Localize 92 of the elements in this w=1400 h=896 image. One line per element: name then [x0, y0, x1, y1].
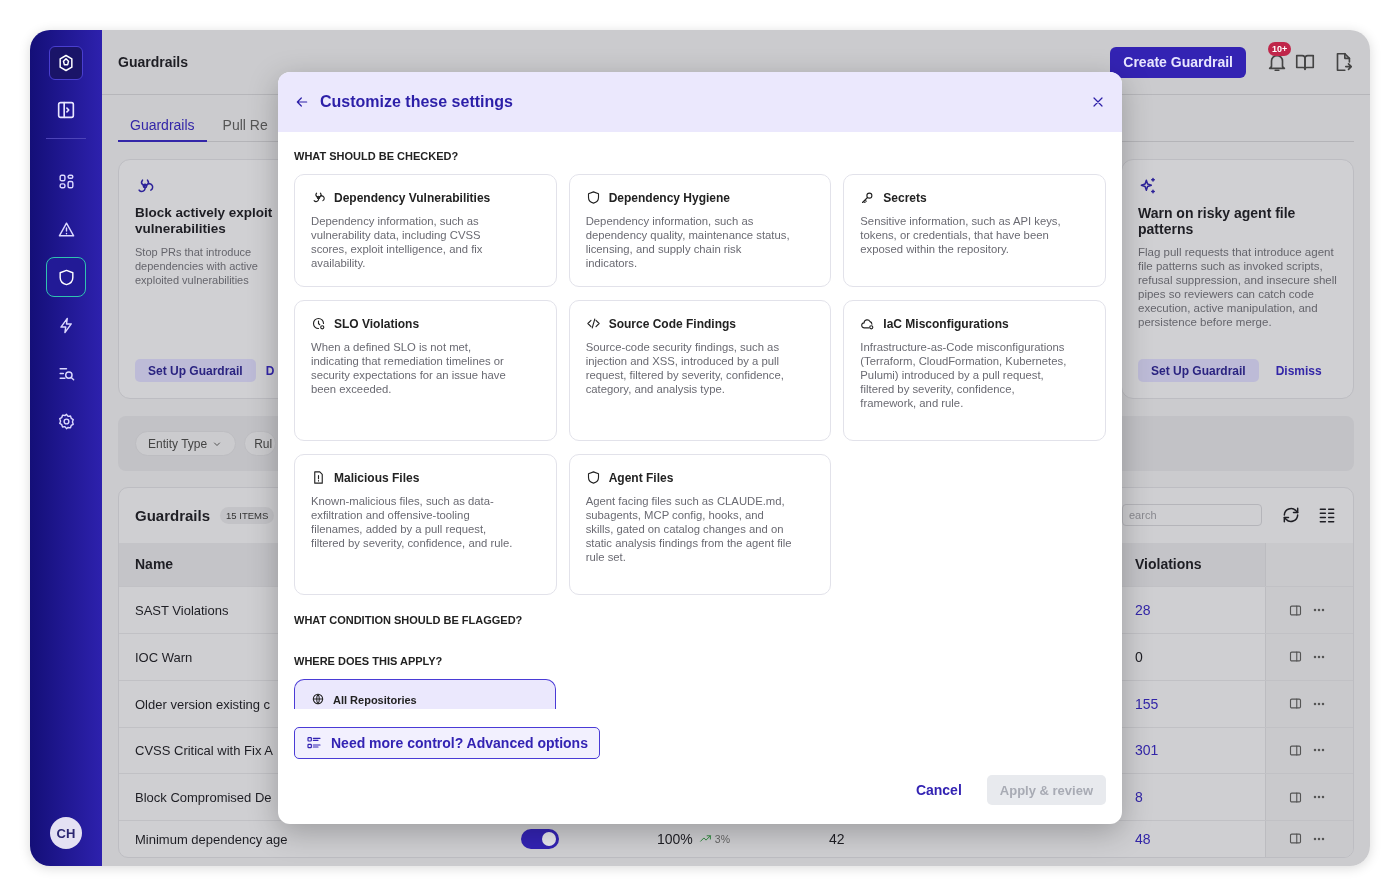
table-cell: CVSS Critical with Fix A — [135, 743, 273, 759]
dashboard-icon — [56, 171, 76, 191]
create-guardrail-button[interactable]: Create Guardrail — [1110, 46, 1246, 78]
cancel-button[interactable]: Cancel — [909, 781, 968, 799]
scope-option-label: All Repositories — [333, 694, 417, 706]
page-title: Guardrails — [118, 54, 189, 70]
table-cell: IOC Warn — [135, 649, 193, 665]
check-option-title: Source Code Findings — [608, 316, 736, 331]
dismiss-link[interactable]: Dismiss — [1275, 363, 1322, 378]
column-header: Name — [134, 556, 175, 573]
set-up-guardrail-button[interactable]: Set Up Guardrail — [1138, 359, 1259, 382]
dismiss-link[interactable]: D — [265, 363, 275, 378]
app-logo[interactable] — [49, 46, 83, 80]
check-option-title: Agent Files — [608, 470, 674, 485]
side-panel-icon[interactable] — [1288, 602, 1303, 618]
table-cell-text: 42 — [829, 830, 846, 847]
nav-item[interactable] — [46, 257, 86, 297]
check-option-description: Infrastructure-as-Code misconfigurations (Terraform, CloudFormation, Kubernetes, Pulumi) introduced by a pull request, filtered by severity, confidence, framework, and rule. — [860, 340, 1068, 410]
check-option-card[interactable]: Dependency Hygiene Dependency information, such as dependency quality, maintenance status, licensing, and supply chain risk indicators. — [568, 174, 832, 287]
set-up-guardrail-button[interactable]: Set Up Guardrail — [135, 359, 256, 382]
check-option-description: Known-malicious files, such as data-exfiltration and offensive-tooling filenames, added by a pull request, filtered by severity, confidence, and rule. — [311, 494, 514, 550]
card-description: Stop PRs that introduce dependencies with active exploited vulnerabilities — [135, 245, 258, 287]
check-option-card[interactable]: Malicious Files Known-malicious files, such as data-exfiltration and offensive-tooling filenames, added by a pull request, filtered by severity, confidence, and rule. — [294, 454, 557, 595]
check-option-card[interactable]: Agent Files Agent facing files such as CLAUDE.md, subagents, MCP config, hooks, and skills, gated on catalog changes and on static analysis findings from the agent file rule set. — [568, 454, 832, 595]
violations-link[interactable]: 48 — [1135, 830, 1151, 847]
side-panel-icon[interactable] — [1288, 696, 1303, 712]
card-title: Block actively exploit vulnerabilities — [135, 205, 273, 237]
check-option-card[interactable]: Secrets Sensitive information, such as API keys, tokens, or credentials, that have been exposed within the repository. — [843, 174, 1106, 287]
section-heading: WHAT SHOULD BE CHECKED? — [294, 150, 460, 162]
globe-icon — [311, 692, 325, 706]
check-option-description: When a defined SLO is not met, indicating that remediation timelines or security expectations for an issue have been exceeded. — [311, 340, 507, 396]
table-cell: Older version existing c — [135, 696, 271, 712]
side-panel-icon[interactable] — [1288, 789, 1303, 805]
shield-icon — [585, 470, 601, 485]
card-description: Flag pull requests that introduce agent file patterns such as invoked scripts, refusal suppression, and insecure shell pipes so reviewers can catch code execution, active manipulation, and persistence before merge. — [1138, 245, 1337, 329]
back-arrow-icon[interactable] — [294, 94, 310, 110]
table-cell: 0 — [1135, 648, 1143, 665]
check-option-description: Source-code security findings, such as injection and XSS, introduced by a pull request, filtered by severity, confidence, category, and analysis type. — [585, 340, 785, 396]
table-cell: SAST Violations — [135, 603, 229, 619]
check-option-title: SLO Violations — [334, 316, 420, 331]
section-heading: WHERE DOES THIS APPLY? — [294, 655, 444, 667]
check-option-card[interactable]: Source Code Findings Source-code security findings, such as injection and XSS, introduced by a pull request, filtered by severity, confidence, category, and analysis type. — [568, 300, 832, 441]
clock-icon — [311, 316, 326, 331]
search-field[interactable]: earch — [1122, 504, 1262, 527]
list-settings-icon — [306, 735, 322, 751]
table-cell: 100% — [657, 830, 693, 847]
notification-count-badge: 10+ — [1268, 42, 1292, 56]
user-avatar[interactable]: CH — [50, 817, 82, 849]
check-option-card[interactable]: SLO Violations When a defined SLO is not met, indicating that remediation timelines or security expectations for an issue have been exceeded. — [294, 300, 557, 441]
modal-title: Customize these settings — [320, 93, 513, 111]
check-option-description: Agent facing files such as CLAUDE.md, subagents, MCP config, hooks, and skills, gated on catalog changes and on static analysis findings from the agent file rule set. — [585, 494, 793, 564]
check-option-description: Sensitive information, such as API keys, tokens, or credentials, that have been exposed within the repository. — [860, 214, 1062, 256]
card-title: Warn on risky agent file patterns — [1138, 205, 1297, 237]
item-count-badge: 15 ITEMS — [220, 506, 275, 524]
check-option-card[interactable]: Dependency Vulnerabilities Dependency information, such as vulnerability data, including CVSS scores, exploit intelligence, and fix availability. — [294, 174, 557, 287]
violations-link[interactable]: 8 — [1135, 789, 1143, 806]
side-panel-icon[interactable] — [1288, 649, 1303, 665]
check-option-title: Dependency Hygiene — [608, 190, 731, 205]
check-option-title: IaC Misconfigurations — [883, 316, 1009, 331]
check-option-title: Secrets — [883, 190, 927, 205]
side-panel-icon[interactable] — [1288, 742, 1303, 758]
side-panel-icon[interactable] — [1288, 831, 1303, 847]
check-option-title: Dependency Vulnerabilities — [334, 190, 491, 205]
violations-link[interactable]: 301 — [1135, 742, 1159, 759]
code-icon — [585, 316, 601, 331]
tab[interactable]: Pull Re — [210, 110, 280, 142]
filter-chip[interactable]: Entity Type — [135, 431, 237, 456]
table-title: Guardrails — [135, 506, 211, 524]
tab[interactable]: Guardrails — [118, 110, 207, 142]
settings-icon — [56, 411, 76, 431]
check-option-title: Malicious Files — [334, 470, 420, 485]
check-option-card[interactable]: IaC Misconfigurations Infrastructure-as-Code misconfigurations (Terraform, CloudFormation, Kubernetes, Pulumi) introduced by a pull request, filtered by severity, confidence, framework, and rule. — [843, 300, 1106, 441]
table-cell: Block Compromised De — [135, 790, 272, 806]
warning-icon — [56, 219, 76, 239]
shield-icon — [585, 190, 601, 205]
violations-link[interactable]: 28 — [1135, 602, 1151, 619]
check-option-description: Dependency information, such as dependency quality, maintenance status, licensing, and supply chain risk indicators. — [585, 214, 791, 270]
check-option-description: Dependency information, such as vulnerability data, including CVSS scores, exploit intelligence, and fix availability. — [311, 214, 484, 270]
column-header: Violations — [1135, 556, 1203, 573]
trend-text: 3% — [714, 832, 730, 845]
violations-link[interactable]: 155 — [1135, 695, 1159, 712]
table-cell: Minimum dependency age — [135, 831, 288, 847]
advanced-options-button[interactable]: Need more control? Advanced options — [294, 727, 600, 759]
sidebar-toggle-icon[interactable] — [55, 99, 77, 121]
sparkle-icon — [1138, 176, 1158, 196]
file-alert-icon — [311, 470, 326, 485]
section-heading: WHAT CONDITION SHOULD BE FLAGGED? — [294, 614, 524, 626]
scope-option[interactable]: All Repositories — [294, 679, 556, 709]
shield-icon — [56, 267, 76, 287]
cloud-gear-icon — [860, 316, 876, 331]
filter-chip[interactable]: Rul — [244, 431, 277, 456]
toggle-switch[interactable] — [521, 828, 559, 849]
